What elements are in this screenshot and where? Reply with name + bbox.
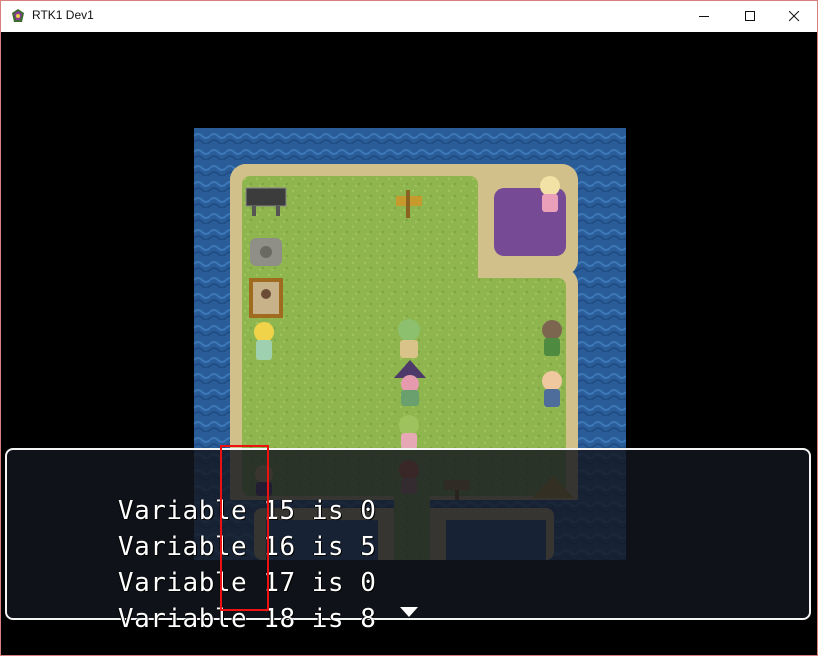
- character-green-girl: [399, 415, 419, 449]
- down-triangle-icon[interactable]: [398, 605, 420, 619]
- window-title: RTK1 Dev1: [32, 8, 94, 22]
- close-button[interactable]: [771, 1, 817, 32]
- game-app-icon: [12, 9, 24, 22]
- title-bar[interactable]: RTK1 Dev1: [1, 1, 817, 32]
- message-line: Variable 18 is 8: [21, 574, 376, 664]
- minimize-icon: [699, 16, 709, 17]
- message-window[interactable]: Variable 15 is 0 Variable 16 is 5 Variab…: [5, 448, 811, 634]
- maximize-icon: [745, 11, 755, 21]
- variable-value: 8: [360, 604, 377, 634]
- minimize-button[interactable]: [681, 1, 727, 32]
- game-window: RTK1 Dev1 Variable 15 is 0 Variable 16 i…: [0, 0, 818, 656]
- stone-tablet: [250, 238, 282, 266]
- character-blonde-girl: [254, 322, 274, 360]
- close-icon: [789, 11, 800, 22]
- value-highlight-box: [220, 445, 269, 611]
- maximize-button[interactable]: [727, 1, 773, 32]
- portrait-frame: [249, 278, 283, 318]
